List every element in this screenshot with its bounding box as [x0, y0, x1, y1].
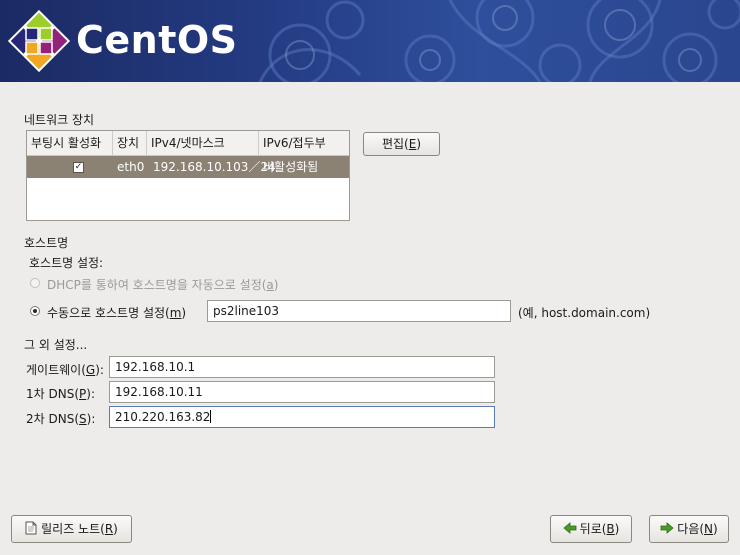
dns1-label-end: ): [86, 387, 95, 401]
manual-label-mnemonic: m [169, 306, 182, 320]
column-header-ipv6[interactable]: IPv6/접두부 [259, 131, 349, 155]
device-name-cell: eth0 [117, 160, 145, 174]
next-mnemonic: N [704, 522, 714, 536]
column-header-ipv4[interactable]: IPv4/넷마스크 [147, 131, 259, 155]
next-button[interactable]: 다음(N) [649, 515, 729, 543]
dns2-label-text: 2차 DNS( [26, 412, 80, 426]
ipv6-cell: 비활성화됨 [263, 160, 319, 174]
hostname-input[interactable]: ps2line103 [207, 300, 511, 322]
dhcp-label-text: DHCP를 통하여 호스트명을 자동으로 설정( [47, 278, 267, 292]
gateway-label-end: ): [95, 363, 104, 377]
gateway-input[interactable]: 192.168.10.1 [109, 356, 495, 378]
dhcp-hostname-radio[interactable] [30, 278, 40, 288]
device-table[interactable]: 부팅시 활성화 장치 IPv4/넷마스크 IPv6/접두부 ✓ eth0 192… [26, 130, 350, 221]
manual-label-end: ) [181, 306, 187, 320]
edit-button[interactable]: 편집(E) [363, 132, 440, 156]
next-label-end: ) [713, 522, 718, 536]
hostname-settings-label: 호스트명 설정: [29, 256, 104, 270]
release-notes-button[interactable]: 릴리즈 노트(R) [11, 515, 132, 543]
dns1-input[interactable]: 192.168.10.11 [109, 381, 495, 403]
ipv4-cell: 192.168.10.103／24 [153, 160, 276, 174]
manual-hostname-radio[interactable] [30, 306, 40, 316]
back-mnemonic: B [606, 522, 615, 536]
dns2-input-value: 210.220.163.82 [115, 410, 211, 424]
other-settings-title: 그 외 설정... [24, 338, 88, 352]
back-label: 뒤로( [579, 522, 607, 536]
column-header-active-on-boot[interactable]: 부팅시 활성화 [27, 131, 113, 155]
edit-button-label: 편집( [381, 137, 409, 151]
gateway-label-text: 게이트웨이( [26, 363, 86, 377]
manual-label-text: 수동으로 호스트명 설정( [47, 306, 170, 320]
active-on-boot-checkbox[interactable]: ✓ [73, 162, 84, 173]
edit-button-label-end: ) [416, 137, 422, 151]
dns2-label: 2차 DNS(S): [26, 410, 95, 427]
next-label: 다음( [677, 522, 705, 536]
centos-logo-icon [8, 10, 70, 72]
gateway-label-mnemonic: G [85, 363, 96, 377]
manual-hostname-label: 수동으로 호스트명 설정(m) [47, 304, 186, 321]
dhcp-label-mnemonic: a [266, 278, 274, 292]
hostname-example-hint: (예, host.domain.com) [518, 306, 651, 320]
dns1-label: 1차 DNS(P): [26, 385, 95, 402]
document-icon [25, 521, 37, 535]
arrow-left-icon [563, 522, 577, 534]
brand-name: CentOS [76, 18, 238, 62]
arrow-right-icon [660, 522, 674, 534]
back-label-end: ) [614, 522, 620, 536]
text-caret [210, 410, 212, 423]
release-notes-mnemonic: R [104, 522, 114, 536]
dns2-label-end: ): [86, 412, 96, 426]
release-notes-label: 릴리즈 노트( [41, 522, 105, 536]
device-table-header: 부팅시 활성화 장치 IPv4/넷마스크 IPv6/접두부 [27, 131, 349, 156]
dns2-label-mnemonic: S [79, 412, 87, 426]
hostname-section-title: 호스트명 [24, 236, 69, 250]
dns1-label-text: 1차 DNS( [26, 387, 80, 401]
dhcp-label-end: ) [273, 278, 279, 292]
column-header-device[interactable]: 장치 [113, 131, 147, 155]
release-notes-label-end: ) [113, 522, 118, 536]
devices-section-title: 네트워크 장치 [24, 113, 95, 127]
header-banner: CentOS [0, 0, 740, 82]
back-button[interactable]: 뒤로(B) [550, 515, 632, 543]
dns2-input[interactable]: 210.220.163.82 [109, 406, 495, 428]
dhcp-hostname-label: DHCP를 통하여 호스트명을 자동으로 설정(a) [47, 276, 278, 293]
table-row[interactable]: ✓ eth0 192.168.10.103／24 비활성화됨 [27, 156, 349, 178]
gateway-label: 게이트웨이(G): [26, 361, 104, 378]
